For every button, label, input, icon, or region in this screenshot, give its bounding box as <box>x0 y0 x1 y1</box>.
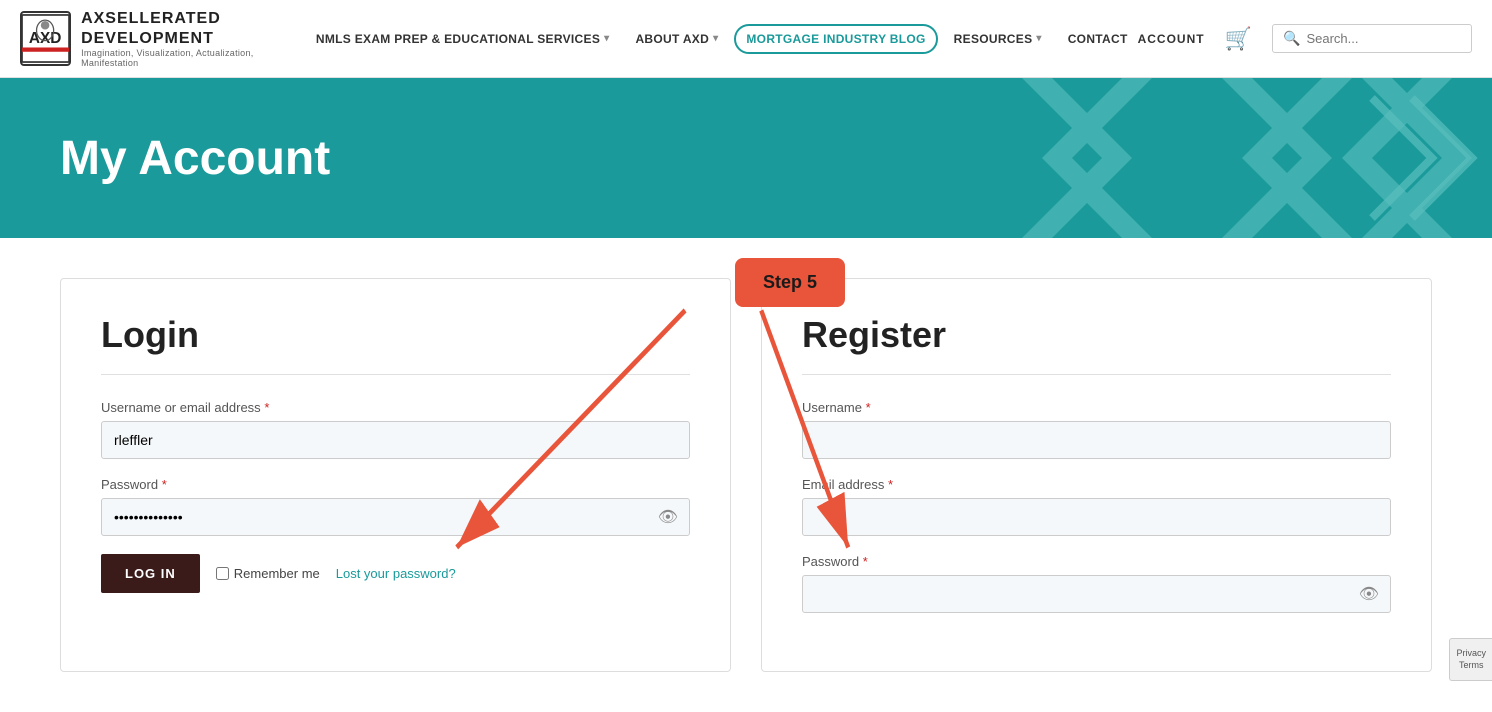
chevron-down-icon: ▾ <box>1036 33 1041 44</box>
main-nav: NMLS EXAM PREP & EDUCATIONAL SERVICES ▾ … <box>306 24 1138 54</box>
logo-text: AXSELLERATED DEVELOPMENT Imagination, Vi… <box>81 9 296 67</box>
required-star: * <box>866 400 871 415</box>
account-link[interactable]: ACCOUNT <box>1138 32 1205 46</box>
reg-password-toggle-icon[interactable]: 👁 <box>1359 584 1379 604</box>
main-content: Login Username or email address * Passwo… <box>0 238 1492 712</box>
login-actions: LOG IN Remember me Lost your password? <box>101 554 690 593</box>
hero-banner: My Account <box>0 78 1492 238</box>
logo-title-line2: DEVELOPMENT <box>81 29 296 48</box>
required-star: * <box>888 477 893 492</box>
logo-subtitle: Imagination, Visualization, Actualizatio… <box>81 48 296 68</box>
reg-password-label: Password * <box>802 554 1391 569</box>
reg-email-input[interactable] <box>802 498 1391 536</box>
search-box[interactable]: 🔍 <box>1272 24 1472 53</box>
page-title: My Account <box>60 131 330 186</box>
chevron-down-icon: ▾ <box>604 33 609 44</box>
login-divider <box>101 374 690 375</box>
cart-icon[interactable]: 🛒 <box>1225 26 1252 52</box>
lost-password-link[interactable]: Lost your password? <box>336 566 456 581</box>
register-divider <box>802 374 1391 375</box>
password-input[interactable] <box>101 498 690 536</box>
header-right: ACCOUNT 🛒 🔍 <box>1138 24 1472 53</box>
search-icon: 🔍 <box>1283 30 1300 47</box>
login-title: Login <box>101 314 690 356</box>
logo-icon: AXD <box>20 11 71 66</box>
login-button[interactable]: LOG IN <box>101 554 200 593</box>
required-star: * <box>264 400 269 415</box>
reg-username-input[interactable] <box>802 421 1391 459</box>
chevron-down-icon: ▾ <box>713 33 718 44</box>
username-label: Username or email address * <box>101 400 690 415</box>
logo-title-line1: AXSELLERATED <box>81 9 296 28</box>
reg-password-wrapper: 👁 <box>802 575 1391 613</box>
remember-me-checkbox[interactable] <box>216 567 229 580</box>
hero-decoration <box>992 78 1492 238</box>
nav-item-about[interactable]: ABOUT AXD ▾ <box>625 26 728 52</box>
svg-text:AXD: AXD <box>29 30 61 47</box>
nav-item-nmls[interactable]: NMLS EXAM PREP & EDUCATIONAL SERVICES ▾ <box>306 26 620 52</box>
reg-password-input[interactable] <box>802 575 1391 613</box>
password-label: Password * <box>101 477 690 492</box>
register-card: Register Username * Email address * Pass… <box>761 278 1432 672</box>
register-title: Register <box>802 314 1391 356</box>
reg-email-label: Email address * <box>802 477 1391 492</box>
password-wrapper: 👁 <box>101 498 690 536</box>
password-toggle-icon[interactable]: 👁 <box>658 507 678 527</box>
required-star: * <box>162 477 167 492</box>
nav-item-contact[interactable]: CONTACT <box>1058 26 1138 52</box>
site-header: AXD AXSELLERATED DEVELOPMENT Imagination… <box>0 0 1492 78</box>
privacy-badge: Privacy Terms <box>1449 638 1492 681</box>
username-input[interactable] <box>101 421 690 459</box>
required-star: * <box>863 554 868 569</box>
remember-me-label[interactable]: Remember me <box>216 566 320 581</box>
nav-item-blog[interactable]: MORTGAGE INDUSTRY BLOG <box>734 24 937 54</box>
login-card: Login Username or email address * Passwo… <box>60 278 731 672</box>
reg-username-label: Username * <box>802 400 1391 415</box>
content-wrapper: Step 5 Login Use <box>0 238 1492 712</box>
logo-area[interactable]: AXD AXSELLERATED DEVELOPMENT Imagination… <box>20 9 296 67</box>
search-input[interactable] <box>1306 31 1461 46</box>
nav-item-resources[interactable]: RESOURCES ▾ <box>944 26 1052 52</box>
